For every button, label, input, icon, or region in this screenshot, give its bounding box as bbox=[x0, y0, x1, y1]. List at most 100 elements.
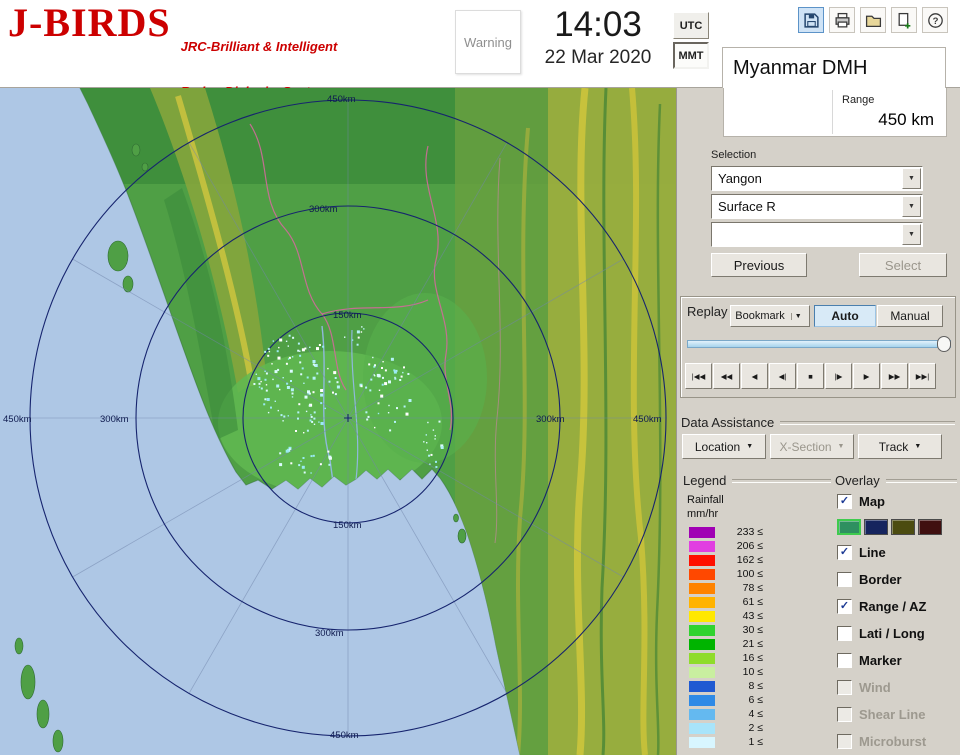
range-divider bbox=[832, 90, 833, 134]
legend-row: 2 ≤ bbox=[689, 721, 763, 735]
legend-threshold-label: 233 ≤ bbox=[715, 526, 763, 538]
map-style-swatch-0[interactable] bbox=[837, 519, 861, 535]
help-icon: ? bbox=[927, 12, 944, 29]
playback-play-reverse-button[interactable]: ◀ bbox=[741, 363, 768, 389]
logo-subtitle-line1: JRC-Brilliant & Intelligent bbox=[181, 39, 338, 54]
legend-row: 233 ≤ bbox=[689, 525, 763, 539]
chevron-down-icon[interactable]: ▼ bbox=[791, 313, 805, 320]
legend-row: 43 ≤ bbox=[689, 609, 763, 623]
printer-icon bbox=[834, 12, 851, 29]
map-style-swatches bbox=[837, 515, 959, 539]
checkbox-lati-long[interactable] bbox=[837, 626, 852, 641]
mmt-button[interactable]: MMT bbox=[673, 42, 709, 69]
site-dropdown[interactable]: Yangon ▼ bbox=[711, 166, 923, 191]
utc-button[interactable]: UTC bbox=[673, 12, 709, 39]
overlay-item-line[interactable]: ✓Line bbox=[837, 539, 959, 566]
open-folder-button[interactable] bbox=[860, 7, 886, 33]
overlay-label-border: Border bbox=[859, 572, 902, 587]
replay-slider-track[interactable] bbox=[687, 340, 951, 348]
checkbox-microburst[interactable] bbox=[837, 734, 852, 749]
chevron-down-icon[interactable]: ▼ bbox=[902, 224, 921, 245]
warning-indicator[interactable]: Warning bbox=[455, 10, 521, 74]
overlay-item-border[interactable]: Border bbox=[837, 566, 959, 593]
overlay-item-lati-long[interactable]: Lati / Long bbox=[837, 620, 959, 647]
ring-label-450-top: 450km bbox=[327, 94, 356, 105]
site-dropdown-value: Yangon bbox=[712, 171, 902, 186]
legend-color-swatch bbox=[689, 611, 715, 622]
legend-color-swatch bbox=[689, 737, 715, 748]
bookmark-button[interactable]: Bookmark ▼ bbox=[730, 305, 810, 327]
overlay-label-map: Map bbox=[859, 494, 885, 509]
playback-skip-to-start-button[interactable]: |◀◀ bbox=[685, 363, 712, 389]
checkbox-marker[interactable] bbox=[837, 653, 852, 668]
playback-play-button[interactable]: ▶ bbox=[853, 363, 880, 389]
map-style-swatch-2[interactable] bbox=[891, 519, 915, 535]
playback-fast-rewind-button[interactable]: ◀◀ bbox=[713, 363, 740, 389]
ring-label-150-top: 150km bbox=[333, 310, 362, 321]
option-dropdown[interactable]: ▼ bbox=[711, 222, 923, 247]
radar-map[interactable]: 450km 300km 150km 150km 300km 450km 450k… bbox=[0, 88, 676, 755]
product-dropdown[interactable]: Surface R ▼ bbox=[711, 194, 923, 219]
bookmark-label: Bookmark bbox=[735, 310, 785, 322]
svg-text:?: ? bbox=[932, 15, 938, 26]
x-section-button[interactable]: X-Section ▼ bbox=[770, 434, 854, 459]
overlay-item-range-az[interactable]: ✓ Range / AZ bbox=[837, 593, 959, 620]
playback-skip-to-end-button[interactable]: ▶▶| bbox=[909, 363, 936, 389]
export-button[interactable] bbox=[891, 7, 917, 33]
playback-step-back-button[interactable]: ◀| bbox=[769, 363, 796, 389]
chevron-down-icon[interactable]: ▼ bbox=[902, 168, 921, 189]
checkbox-range-az[interactable]: ✓ bbox=[837, 599, 852, 614]
overlay-item-marker[interactable]: Marker bbox=[837, 647, 959, 674]
legend-threshold-label: 1 ≤ bbox=[715, 736, 763, 748]
legend-threshold-label: 100 ≤ bbox=[715, 568, 763, 580]
manual-mode-button[interactable]: Manual bbox=[877, 305, 943, 327]
chevron-down-icon: ▼ bbox=[838, 443, 845, 450]
range-box: Range 450 km bbox=[723, 88, 947, 137]
checkbox-map[interactable]: ✓ bbox=[837, 494, 852, 509]
chevron-down-icon[interactable]: ▼ bbox=[902, 196, 921, 217]
select-button[interactable]: Select bbox=[859, 253, 947, 277]
replay-group: Replay Bookmark ▼ Auto Manual |◀◀◀◀◀◀|■|… bbox=[680, 296, 956, 398]
overlay-section: Overlay bbox=[835, 473, 957, 488]
selection-label: Selection bbox=[711, 149, 756, 161]
overlay-item-map[interactable]: ✓ Map bbox=[837, 488, 959, 515]
checkbox-shear-line[interactable] bbox=[837, 707, 852, 722]
help-button[interactable]: ? bbox=[922, 7, 948, 33]
map-style-swatch-1[interactable] bbox=[864, 519, 888, 535]
chevron-down-icon: ▼ bbox=[746, 443, 753, 450]
legend-row: 30 ≤ bbox=[689, 623, 763, 637]
checkbox-line[interactable]: ✓ bbox=[837, 545, 852, 560]
print-button[interactable] bbox=[829, 7, 855, 33]
clock-time: 14:03 bbox=[524, 4, 672, 46]
legend-threshold-label: 43 ≤ bbox=[715, 610, 763, 622]
legend-color-swatch bbox=[689, 527, 715, 538]
chevron-down-icon: ▼ bbox=[914, 443, 921, 450]
legend-row: 4 ≤ bbox=[689, 707, 763, 721]
data-assistance-section: Data Assistance bbox=[681, 415, 955, 430]
legend-color-swatch bbox=[689, 653, 715, 664]
legend-color-swatch bbox=[689, 555, 715, 566]
replay-timeline-slider[interactable] bbox=[687, 335, 951, 353]
auto-mode-button[interactable]: Auto bbox=[814, 305, 876, 327]
replay-slider-thumb[interactable] bbox=[937, 336, 951, 352]
legend-row: 162 ≤ bbox=[689, 553, 763, 567]
overlay-item-microburst[interactable]: Microburst bbox=[837, 728, 959, 755]
checkbox-wind[interactable] bbox=[837, 680, 852, 695]
location-button[interactable]: Location ▼ bbox=[682, 434, 766, 459]
map-style-swatch-3[interactable] bbox=[918, 519, 942, 535]
playback-stop-button[interactable]: ■ bbox=[797, 363, 824, 389]
overlay-item-shear-line[interactable]: Shear Line bbox=[837, 701, 959, 728]
checkbox-border[interactable] bbox=[837, 572, 852, 587]
overlay-item-wind[interactable]: Wind bbox=[837, 674, 959, 701]
overlay-label-range-az: Range / AZ bbox=[859, 599, 926, 614]
previous-button[interactable]: Previous bbox=[711, 253, 807, 277]
legend-row: 21 ≤ bbox=[689, 637, 763, 651]
playback-step-forward-button[interactable]: |▶ bbox=[825, 363, 852, 389]
radar-map-area[interactable]: 450km 300km 150km 150km 300km 450km 450k… bbox=[0, 88, 676, 755]
playback-fast-forward-button[interactable]: ▶▶ bbox=[881, 363, 908, 389]
track-label: Track bbox=[879, 440, 909, 454]
overlay-label-microburst: Microburst bbox=[859, 734, 926, 749]
save-button[interactable] bbox=[798, 7, 824, 33]
legend-threshold-label: 4 ≤ bbox=[715, 708, 763, 720]
track-button[interactable]: Track ▼ bbox=[858, 434, 942, 459]
